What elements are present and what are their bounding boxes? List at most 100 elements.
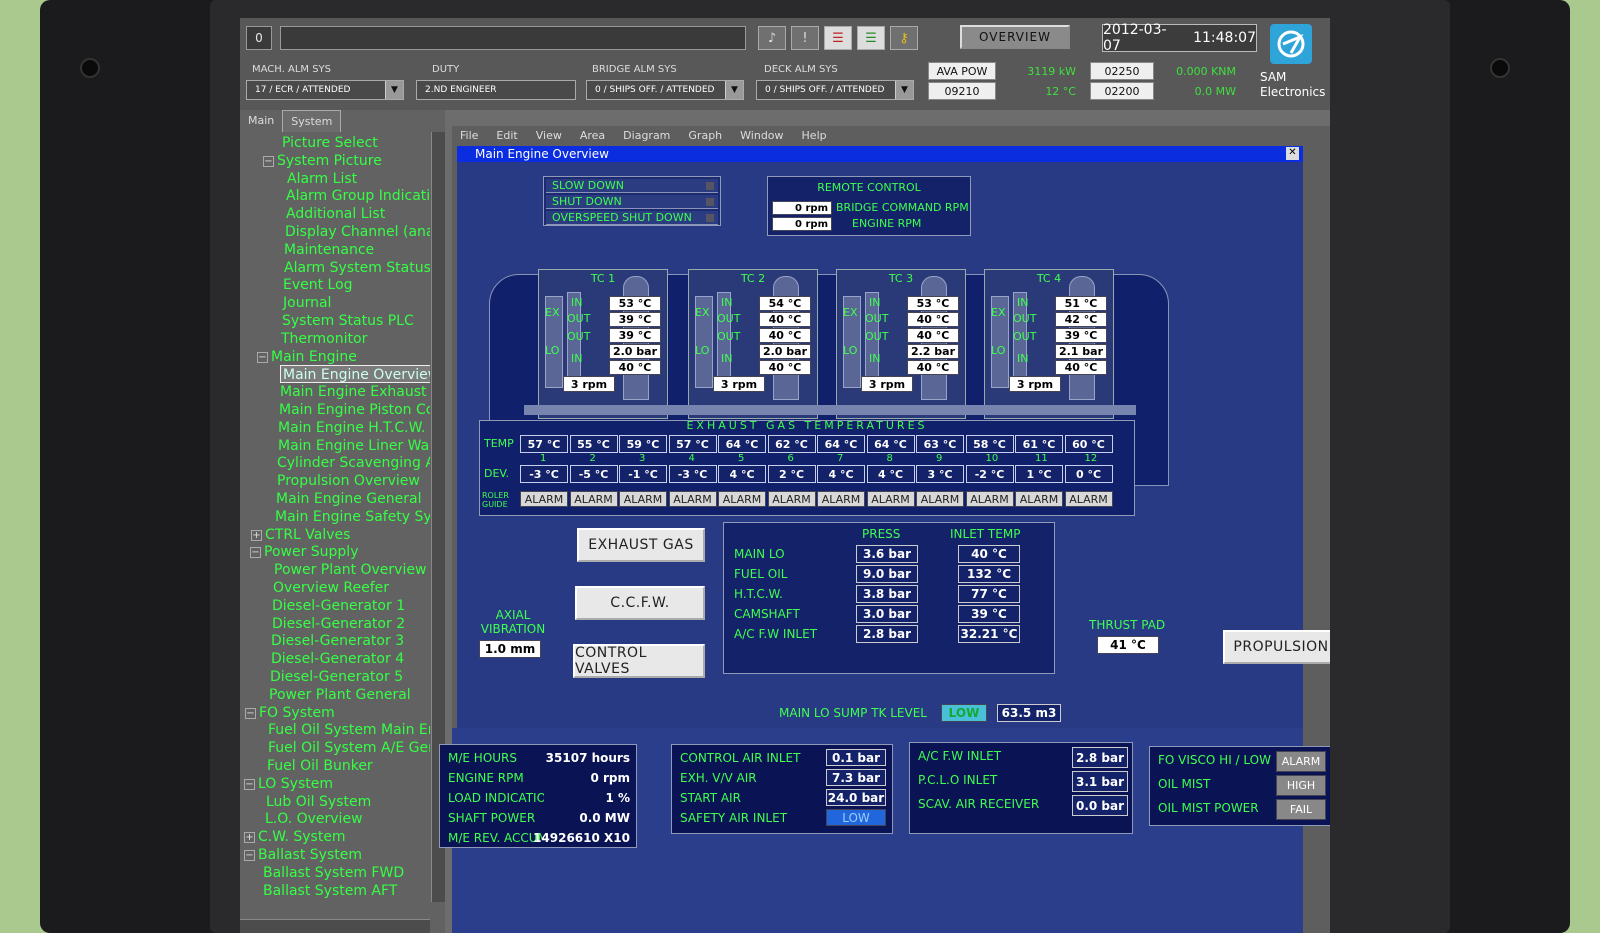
sidebar-item[interactable]: − Ballast System: [244, 846, 362, 864]
air-value: LOW: [826, 809, 886, 826]
sidebar-item[interactable]: Cylinder Scavenging Air B: [277, 454, 430, 472]
tab-system[interactable]: System: [282, 110, 342, 132]
exhaust-gas-button[interactable]: EXHAUST GAS: [577, 528, 705, 562]
sidebar-item[interactable]: Maintenance: [284, 241, 374, 259]
sidebar-item[interactable]: Main Engine Overview: [280, 365, 430, 384]
tab-main[interactable]: Main: [240, 110, 282, 132]
window-title: Main Engine Overview: [475, 147, 609, 161]
roller-label-1: ROLER: [482, 491, 509, 500]
in-label: IN: [1017, 296, 1029, 309]
collapse-icon[interactable]: −: [245, 707, 256, 719]
collapse-icon[interactable]: −: [263, 155, 274, 167]
egt-dev-cell: -5 °C: [569, 465, 618, 483]
sidebar-item[interactable]: − Main Engine: [257, 348, 357, 366]
engine-stat-value: 14926610 X10: [533, 829, 634, 846]
mute-icon[interactable]: ♪: [758, 26, 786, 50]
out-label: OUT: [717, 312, 741, 325]
sidebar-item[interactable]: Fuel Oil Bunker: [267, 757, 373, 775]
menu-item-window[interactable]: Window: [740, 129, 783, 142]
ccfw-button[interactable]: C.C.F.W.: [575, 586, 705, 620]
cylinder-number: 6: [787, 453, 794, 464]
sidebar-item[interactable]: L.O. Overview: [265, 810, 363, 828]
menu-item-help[interactable]: Help: [802, 129, 827, 142]
sidebar-item[interactable]: Diesel-Generator 1: [272, 597, 405, 615]
sidebar-item[interactable]: Diesel-Generator 2: [272, 615, 405, 633]
cylinder-number: 1: [540, 453, 547, 464]
menu-item-diagram[interactable]: Diagram: [623, 129, 670, 142]
tc-value: 51 °C: [1055, 296, 1107, 311]
expand-icon[interactable]: +: [251, 529, 262, 541]
overview-button[interactable]: OVERVIEW: [960, 25, 1070, 49]
expand-icon[interactable]: +: [244, 832, 255, 844]
collapse-icon[interactable]: −: [257, 351, 268, 363]
acknowledge-icon[interactable]: !: [791, 26, 819, 50]
sidebar-item[interactable]: Power Plant Overview: [274, 561, 426, 579]
sidebar-item[interactable]: − Power Supply: [250, 543, 359, 561]
control-valves-button[interactable]: CONTROL VALVES: [573, 644, 705, 678]
close-icon[interactable]: ✕: [1286, 147, 1299, 160]
sidebar-item[interactable]: Diesel-Generator 4: [271, 650, 404, 668]
temp-row-label: TEMP: [484, 437, 514, 450]
propulsion-button[interactable]: PROPULSION: [1223, 630, 1330, 664]
deck-alm-select[interactable]: 0 / SHIPS OFF. / ATTENDED ▼: [756, 80, 914, 100]
sidebar-item[interactable]: Propulsion Overview: [277, 472, 420, 490]
menu-item-file[interactable]: File: [460, 129, 478, 142]
mach-alm-value: 17 / ECR / ATTENDED: [255, 85, 351, 95]
sidebar-item[interactable]: Fuel Oil System Main Eng: [268, 721, 430, 739]
sidebar-item[interactable]: Alarm System Status: [284, 259, 430, 277]
sidebar-item[interactable]: Display Channel (analogue: [285, 223, 430, 241]
menu-item-area[interactable]: Area: [580, 129, 605, 142]
alarm-message-field[interactable]: [280, 26, 746, 50]
tc-value: 42 °C: [1055, 312, 1107, 327]
sidebar-item[interactable]: Picture Select: [282, 134, 378, 152]
menu-item-edit[interactable]: Edit: [496, 129, 517, 142]
engine-stat-label: SHAFT POWER: [448, 811, 536, 825]
menu-item-graph[interactable]: Graph: [688, 129, 722, 142]
sidebar-item[interactable]: Diesel-Generator 3: [271, 632, 404, 650]
tc-value: 2.0 bar: [609, 344, 661, 359]
sidebar-item[interactable]: Diesel-Generator 5: [270, 668, 403, 686]
sidebar-item[interactable]: Alarm List: [287, 170, 357, 188]
collapse-icon[interactable]: −: [244, 778, 255, 790]
sidebar-item[interactable]: Main Engine H.T.C.W.: [278, 419, 425, 437]
sidebar-item[interactable]: Thermonitor: [281, 330, 367, 348]
sidebar-item[interactable]: + CTRL Valves: [251, 526, 350, 544]
key-icon[interactable]: ⚷: [890, 26, 918, 50]
sidebar-item[interactable]: Power Plant General: [269, 686, 411, 704]
sidebar-item[interactable]: Lub Oil System: [266, 793, 371, 811]
collapse-icon[interactable]: −: [250, 547, 261, 559]
sidebar-item[interactable]: Main Engine Piston Cooli: [279, 401, 430, 419]
chevron-down-icon[interactable]: ▼: [385, 81, 403, 99]
ex-label: EX: [545, 306, 560, 319]
sidebar-item[interactable]: + C.W. System: [244, 828, 346, 846]
sidebar-item[interactable]: Ballast System FWD: [263, 864, 404, 882]
sidebar-item[interactable]: Main Engine General: [276, 490, 421, 508]
sidebar-item[interactable]: Alarm Group Indication: [286, 187, 430, 205]
sidebar-item[interactable]: Overview Reefer: [273, 579, 389, 597]
sidebar-item[interactable]: Additional List: [286, 205, 385, 223]
chevron-down-icon[interactable]: ▼: [895, 81, 913, 99]
sidebar-horizontal-scrollbar[interactable]: [240, 919, 430, 933]
sidebar-item[interactable]: Fuel Oil System A/E Gene: [268, 739, 430, 757]
inlet-temp-value: 132 °C: [958, 565, 1020, 583]
sidebar-item[interactable]: Main Engine Exhaust Gas: [280, 383, 430, 401]
sidebar-item[interactable]: − FO System: [245, 704, 335, 722]
event-list-icon[interactable]: ☰: [857, 26, 885, 50]
sidebar-item[interactable]: Event Log: [283, 276, 353, 294]
sidebar-item[interactable]: Main Engine Liner Wall Te: [278, 437, 430, 455]
alarm-list-icon[interactable]: ☰: [824, 26, 852, 50]
sidebar-item[interactable]: − LO System: [244, 775, 333, 793]
collapse-icon[interactable]: −: [244, 850, 255, 861]
menu-item-view[interactable]: View: [536, 129, 562, 142]
bridge-alm-select[interactable]: 0 / SHIPS OFF. / ATTENDED ▼: [586, 80, 744, 100]
window-titlebar[interactable]: Main Engine Overview ✕: [457, 146, 1303, 162]
sidebar-item[interactable]: − System Picture: [263, 152, 382, 170]
sidebar-item[interactable]: Ballast System AFT: [263, 882, 397, 900]
sidebar-item[interactable]: Main Engine Safety Syste: [275, 508, 430, 526]
sidebar-item[interactable]: System Status PLC: [282, 312, 414, 330]
sidebar-item[interactable]: Journal: [283, 294, 331, 312]
mach-alm-select[interactable]: 17 / ECR / ATTENDED ▼: [246, 80, 404, 100]
chevron-down-icon[interactable]: ▼: [725, 81, 743, 99]
press-value: 3.6 bar: [856, 545, 918, 563]
sidebar-item-label: FO System: [259, 704, 335, 721]
